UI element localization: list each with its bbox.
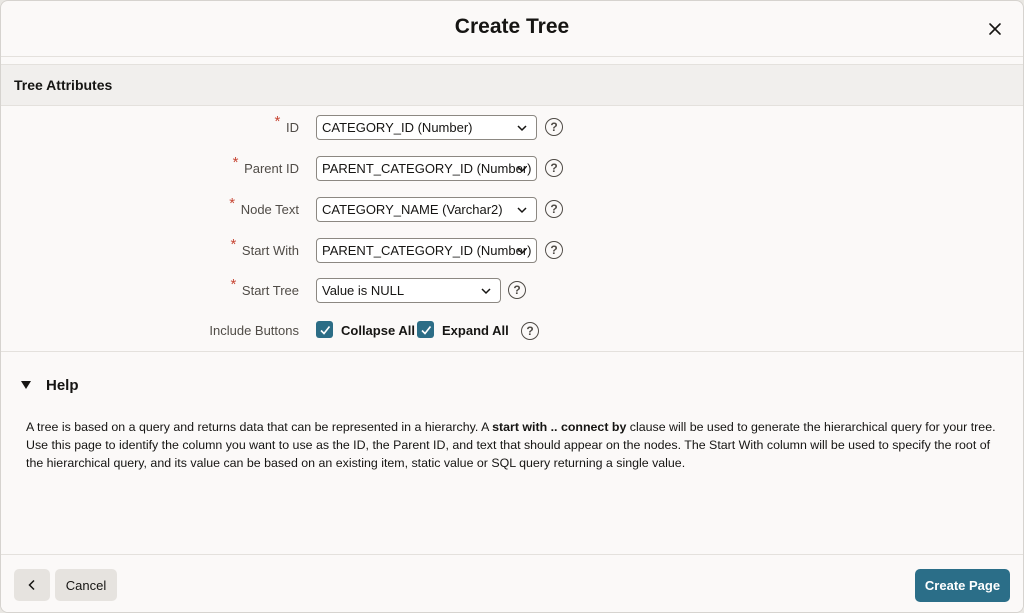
checkmark-icon xyxy=(319,325,330,335)
help-icon[interactable]: ? xyxy=(545,200,563,218)
help-icon[interactable]: ? xyxy=(521,322,539,340)
expand-all-label: Expand All xyxy=(442,323,509,338)
form-row-id: * ID CATEGORY_ID (Number) ? xyxy=(1,113,1023,142)
field-label-include-buttons: Include Buttons xyxy=(209,323,299,338)
field-label-node-text: * Node Text xyxy=(229,195,299,217)
required-marker: * xyxy=(229,195,236,212)
required-marker: * xyxy=(232,154,239,171)
chevron-down-icon xyxy=(517,207,527,214)
help-region-toggle[interactable]: Help xyxy=(21,376,81,396)
divider xyxy=(1,351,1023,352)
create-tree-dialog: Create Tree Tree Attributes * ID CATEGOR… xyxy=(0,0,1024,613)
dialog-footer: Cancel Create Page xyxy=(1,554,1023,612)
help-icon[interactable]: ? xyxy=(545,118,563,136)
form-row-start-tree: * Start Tree Value is NULL ? xyxy=(1,276,1023,305)
collapse-all-checkbox[interactable] xyxy=(316,321,333,338)
caret-down-icon xyxy=(21,381,31,389)
back-button[interactable] xyxy=(14,569,50,601)
required-marker: * xyxy=(230,236,237,253)
node-text-select[interactable]: CATEGORY_NAME (Varchar2) xyxy=(316,197,537,222)
help-icon[interactable]: ? xyxy=(545,241,563,259)
field-label-parent-id: * Parent ID xyxy=(232,154,299,176)
help-icon[interactable]: ? xyxy=(508,281,526,299)
expand-all-checkbox[interactable] xyxy=(417,321,434,338)
chevron-left-icon xyxy=(28,579,35,591)
dialog-title: Create Tree xyxy=(454,15,570,38)
collapse-all-label: Collapse All xyxy=(341,323,415,338)
form-row-parent-id: * Parent ID PARENT_CATEGORY_ID (Number) … xyxy=(1,154,1023,183)
chevron-down-icon xyxy=(517,166,527,173)
id-select[interactable]: CATEGORY_ID (Number) xyxy=(316,115,537,140)
dialog-header: Create Tree xyxy=(1,1,1023,57)
close-button[interactable] xyxy=(981,15,1009,43)
cancel-button[interactable]: Cancel xyxy=(55,569,117,601)
checkmark-icon xyxy=(420,325,431,335)
help-text: A tree is based on a query and returns d… xyxy=(26,420,996,470)
field-label-id: * ID xyxy=(274,113,299,135)
start-tree-select[interactable]: Value is NULL xyxy=(316,278,501,303)
chevron-down-icon xyxy=(481,288,491,295)
close-icon xyxy=(989,23,1001,35)
section-title: Tree Attributes xyxy=(14,77,113,93)
create-page-button[interactable]: Create Page xyxy=(915,569,1010,602)
start-with-select[interactable]: PARENT_CATEGORY_ID (Number) xyxy=(316,238,537,263)
form-row-node-text: * Node Text CATEGORY_NAME (Varchar2) ? xyxy=(1,195,1023,224)
help-heading: Help xyxy=(46,377,79,394)
section-header: Tree Attributes xyxy=(1,64,1023,106)
form-row-start-with: * Start With PARENT_CATEGORY_ID (Number)… xyxy=(1,236,1023,265)
parent-id-select[interactable]: PARENT_CATEGORY_ID (Number) xyxy=(316,156,537,181)
required-marker: * xyxy=(274,113,281,130)
field-label-start-with: * Start With xyxy=(230,236,299,258)
chevron-down-icon xyxy=(517,248,527,255)
required-marker: * xyxy=(230,276,237,293)
form-row-include-buttons: Include Buttons Collapse All Expand All … xyxy=(1,318,1023,346)
field-label-start-tree: * Start Tree xyxy=(230,276,299,298)
help-icon[interactable]: ? xyxy=(545,159,563,177)
chevron-down-icon xyxy=(517,125,527,132)
